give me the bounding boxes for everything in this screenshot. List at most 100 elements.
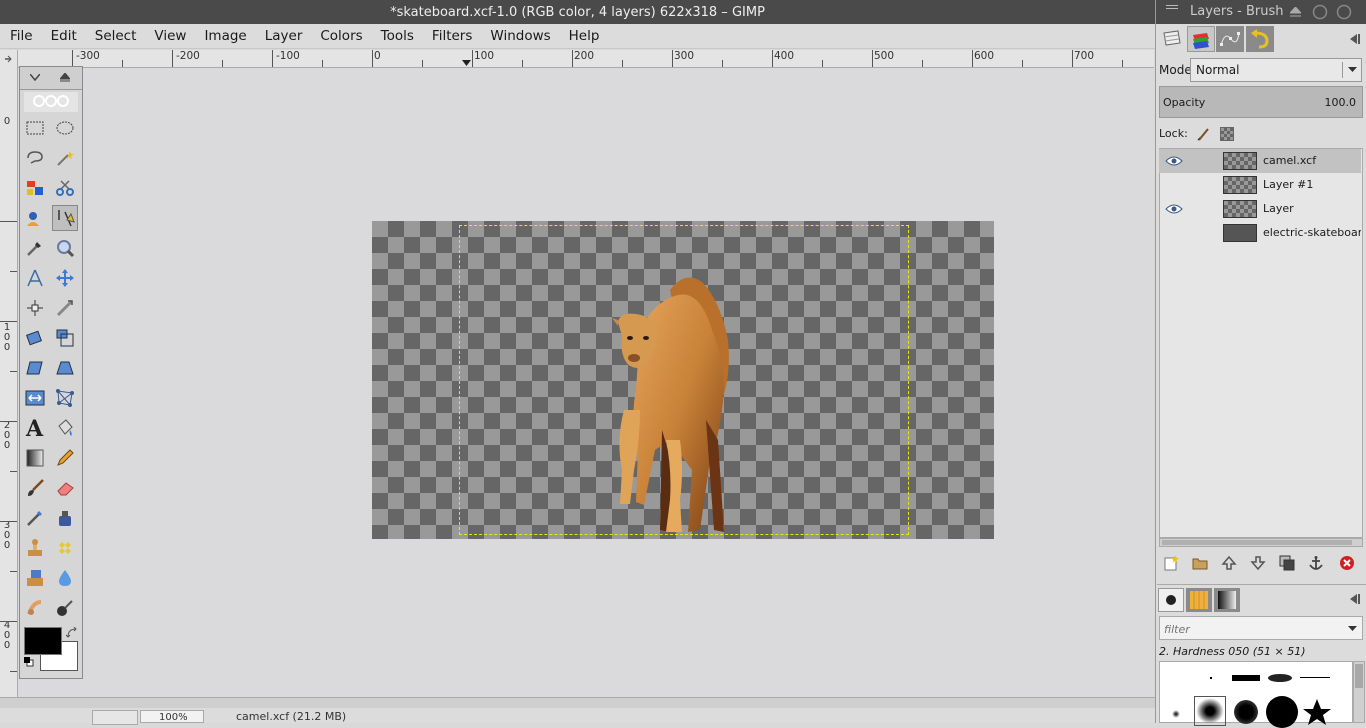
foreground-color-swatch[interactable] bbox=[24, 627, 62, 655]
brush-filter-field[interactable] bbox=[1162, 619, 1336, 639]
close-icon[interactable] bbox=[1336, 4, 1352, 20]
ellipse-select-icon[interactable] bbox=[52, 115, 78, 141]
measure-icon[interactable] bbox=[22, 265, 48, 291]
brush-preset[interactable] bbox=[1172, 710, 1180, 718]
paintbrush-icon[interactable] bbox=[22, 475, 48, 501]
horizontal-scrollbar[interactable] bbox=[0, 697, 1155, 708]
new-layer-group-icon[interactable] bbox=[1189, 552, 1211, 574]
tab-gradients[interactable] bbox=[1214, 588, 1240, 612]
menu-select[interactable]: Select bbox=[85, 28, 145, 44]
menu-icon[interactable] bbox=[1166, 5, 1178, 9]
minimize-icon[interactable] bbox=[1312, 4, 1328, 20]
crop-icon[interactable] bbox=[52, 295, 78, 321]
perspective-clone-icon[interactable] bbox=[22, 565, 48, 591]
ruler-corner[interactable] bbox=[0, 50, 18, 68]
delete-layer-icon[interactable] bbox=[1336, 552, 1358, 574]
layer-row[interactable]: electric-skateboard.jpg bbox=[1159, 221, 1361, 245]
chevron-down-icon[interactable] bbox=[1348, 626, 1357, 632]
menu-file[interactable]: File bbox=[0, 28, 41, 44]
color-picker-icon[interactable] bbox=[22, 235, 48, 261]
rect-select-icon[interactable] bbox=[22, 115, 48, 141]
shear-icon[interactable] bbox=[22, 355, 48, 381]
rotate-icon[interactable] bbox=[22, 325, 48, 351]
text-tool-icon[interactable]: A bbox=[22, 415, 48, 441]
move-icon[interactable] bbox=[52, 265, 78, 291]
brush-filter-input[interactable] bbox=[1159, 616, 1363, 640]
default-colors-icon[interactable] bbox=[24, 657, 34, 667]
eye-visibility-icon[interactable] bbox=[1165, 204, 1183, 214]
eye-visibility-icon[interactable] bbox=[1165, 156, 1183, 166]
heal-icon[interactable] bbox=[52, 535, 78, 561]
pencil-icon[interactable] bbox=[52, 445, 78, 471]
eject-icon[interactable] bbox=[1290, 7, 1301, 17]
smudge-icon[interactable] bbox=[22, 595, 48, 621]
paths-tool-icon[interactable] bbox=[52, 205, 78, 231]
new-layer-icon[interactable] bbox=[1160, 552, 1182, 574]
dodge-burn-icon[interactable] bbox=[52, 595, 78, 621]
brush-preset[interactable] bbox=[1266, 696, 1298, 728]
tab-channels[interactable] bbox=[1187, 26, 1215, 52]
tab-layers[interactable] bbox=[1158, 26, 1186, 52]
eraser-icon[interactable] bbox=[52, 475, 78, 501]
scissors-icon[interactable] bbox=[52, 175, 78, 201]
layer-row[interactable]: Layer #1 bbox=[1159, 173, 1361, 197]
fuzzy-select-icon[interactable] bbox=[52, 145, 78, 171]
tab-undo-history[interactable] bbox=[1246, 26, 1274, 52]
align-icon[interactable] bbox=[22, 295, 48, 321]
brush-preset[interactable] bbox=[1232, 675, 1260, 681]
tab-menu-icon[interactable] bbox=[1350, 594, 1360, 604]
tab-menu-icon[interactable] bbox=[1350, 34, 1360, 44]
menu-image[interactable]: Image bbox=[194, 28, 254, 44]
menu-filters[interactable]: Filters bbox=[422, 28, 480, 44]
brush-preset[interactable] bbox=[1300, 677, 1330, 678]
layer-row[interactable]: camel.xcf bbox=[1159, 149, 1361, 173]
clone-icon[interactable] bbox=[22, 535, 48, 561]
zoom-field[interactable]: 100% bbox=[140, 710, 204, 723]
menu-help[interactable]: Help bbox=[559, 28, 608, 44]
lasso-icon[interactable] bbox=[22, 145, 48, 171]
lock-alpha-icon[interactable] bbox=[1220, 127, 1234, 141]
lower-layer-icon[interactable] bbox=[1247, 552, 1269, 574]
perspective-icon[interactable] bbox=[52, 355, 78, 381]
horizontal-ruler[interactable]: -300 -200 -100 0 100 200 300 400 500 600… bbox=[18, 50, 1154, 68]
menu-windows[interactable]: Windows bbox=[480, 28, 558, 44]
lock-pixels-icon[interactable] bbox=[1196, 126, 1212, 142]
menu-layer[interactable]: Layer bbox=[255, 28, 311, 44]
gradient-icon[interactable] bbox=[22, 445, 48, 471]
brush-preset-selected[interactable] bbox=[1194, 696, 1226, 726]
tab-paths[interactable] bbox=[1216, 26, 1244, 52]
menu-view[interactable]: View bbox=[144, 28, 194, 44]
ruler-label: 200 bbox=[574, 50, 595, 62]
menu-colors[interactable]: Colors bbox=[310, 28, 370, 44]
layers-scrollbar[interactable] bbox=[1159, 538, 1363, 547]
vertical-ruler[interactable]: 0 1 0 0 2 0 0 3 0 0 4 0 0 bbox=[0, 67, 18, 697]
flip-icon[interactable] bbox=[22, 385, 48, 411]
chevron-down-icon[interactable] bbox=[30, 74, 40, 81]
foreground-select-icon[interactable] bbox=[22, 205, 48, 231]
blur-icon[interactable] bbox=[52, 565, 78, 591]
menu-edit[interactable]: Edit bbox=[41, 28, 85, 44]
brush-scrollbar[interactable] bbox=[1353, 661, 1365, 723]
anchor-layer-icon[interactable] bbox=[1305, 552, 1327, 574]
select-by-color-icon[interactable] bbox=[22, 175, 48, 201]
menu-tools[interactable]: Tools bbox=[371, 28, 422, 44]
layer-row[interactable]: Layer bbox=[1159, 197, 1361, 221]
tab-brushes[interactable] bbox=[1158, 588, 1184, 612]
mode-select[interactable]: Normal bbox=[1190, 58, 1362, 82]
raise-layer-icon[interactable] bbox=[1218, 552, 1240, 574]
bucket-fill-icon[interactable] bbox=[52, 415, 78, 441]
duplicate-layer-icon[interactable] bbox=[1276, 552, 1298, 574]
swap-colors-icon[interactable] bbox=[66, 627, 78, 639]
ink-icon[interactable] bbox=[52, 505, 78, 531]
brush-preset[interactable] bbox=[1234, 700, 1258, 724]
brush-preset[interactable] bbox=[1210, 677, 1212, 679]
star-brush-icon[interactable] bbox=[1302, 698, 1332, 726]
scale-icon[interactable] bbox=[52, 325, 78, 351]
zoom-icon[interactable] bbox=[52, 235, 78, 261]
cage-transform-icon[interactable] bbox=[52, 385, 78, 411]
brush-preset[interactable] bbox=[1268, 674, 1292, 682]
eject-icon[interactable] bbox=[60, 73, 70, 82]
tab-patterns[interactable] bbox=[1186, 588, 1212, 612]
airbrush-icon[interactable] bbox=[22, 505, 48, 531]
opacity-slider[interactable]: Opacity 100.0 bbox=[1159, 86, 1363, 118]
